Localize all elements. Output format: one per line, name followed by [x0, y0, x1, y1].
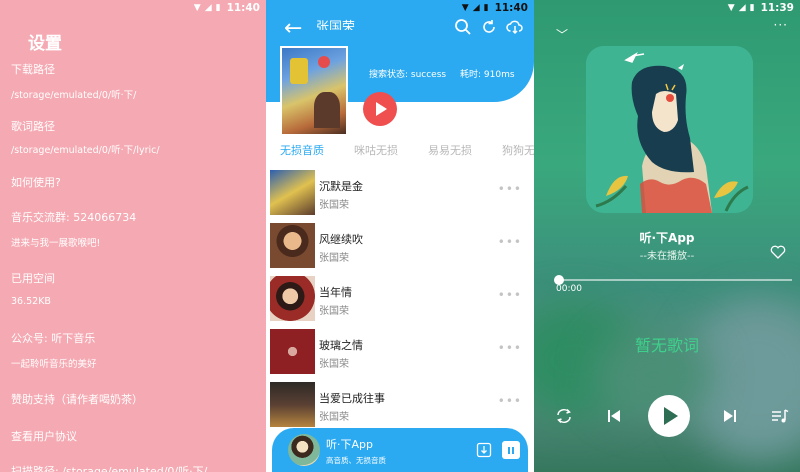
elapsed-time: 00:00 [556, 284, 582, 294]
signal-icon: ◢ [738, 3, 746, 13]
song-art [270, 329, 315, 374]
song-artist: 张国荣 [319, 306, 349, 317]
track-subtitle: --未在播放-- [639, 251, 695, 262]
heart-icon[interactable] [770, 244, 786, 259]
scan-path-item[interactable]: 扫描路径: /storage/emulated/0/听·下/ [11, 463, 207, 472]
tab-yiyi[interactable]: 易易无损 [428, 142, 472, 158]
tab-gougou[interactable]: 狗狗无 [502, 142, 534, 158]
download-path-label[interactable]: 下载路径 [11, 61, 55, 77]
more-options-button[interactable]: ••• [498, 288, 522, 302]
song-art [270, 276, 315, 321]
song-name: 当爱已成往事 [319, 392, 385, 405]
song-name: 玻璃之情 [319, 339, 363, 352]
song-name: 风继续吹 [319, 233, 363, 246]
signal-icon: ◢ [204, 3, 212, 13]
used-space-value: 36.52KB [11, 296, 51, 307]
tab-migu[interactable]: 咪咕无损 [354, 142, 398, 158]
mini-player-subtitle: 高音质、无损音质 [326, 456, 386, 465]
agreement-item[interactable]: 查看用户协议 [11, 428, 77, 444]
battery-icon: ▮ [215, 3, 221, 13]
mini-player[interactable]: 听·下App 高音质、无损音质 [272, 428, 528, 472]
more-options-button[interactable]: ••• [498, 235, 522, 249]
status-bar: ▼ ◢ ▮ 11:39 [534, 0, 800, 16]
sponsor-item[interactable]: 赞助支持（请作者喝奶茶） [11, 391, 143, 407]
previous-icon[interactable] [604, 406, 624, 426]
tab-lossless[interactable]: 无损音质 [280, 142, 324, 158]
wechat-sub: 一起聆听音乐的美好 [11, 359, 97, 370]
song-art [270, 382, 315, 427]
used-space-label[interactable]: 已用空间 [11, 270, 55, 286]
collapse-button[interactable]: ﹀ [556, 26, 568, 43]
playlist-icon[interactable] [770, 406, 790, 426]
battery-icon: ▮ [483, 3, 489, 13]
album-cover [280, 46, 348, 136]
group-sub: 进来与我一展歌喉吧! [11, 238, 101, 249]
page-title: 设置 [28, 34, 62, 54]
song-art [270, 170, 315, 215]
player-screen: ▼ ◢ ▮ 11:39 ﹀ ··· 听·下App --未在播放-- 00:00 … [534, 0, 800, 472]
clock: 11:40 [494, 2, 528, 14]
pause-button[interactable] [502, 441, 520, 459]
wechat-item[interactable]: 公众号: 听下音乐 [11, 330, 95, 346]
mini-player-art [288, 434, 320, 466]
song-name: 沉默是金 [319, 180, 363, 193]
song-artist: 张国荣 [319, 412, 349, 423]
more-options-button[interactable]: ••• [498, 341, 522, 355]
song-row[interactable]: 沉默是金 张国荣 ••• [270, 170, 534, 218]
search-time: 耗时: 910ms [460, 70, 515, 80]
play-button[interactable] [648, 395, 690, 437]
battery-icon: ▮ [749, 3, 755, 13]
settings-screen: ▼ ◢ ▮ 11:40 设置 下载路径 /storage/emulated/0/… [0, 0, 266, 472]
lyric-path-value: /storage/emulated/0/听·下/lyric/ [11, 145, 160, 156]
song-row[interactable]: 玻璃之情 张国荣 ••• [270, 329, 534, 377]
search-title: 张国荣 [316, 20, 356, 30]
song-row[interactable]: 当年情 张国荣 ••• [270, 276, 534, 324]
progress-track[interactable] [560, 279, 792, 281]
cloud-download-icon[interactable] [506, 18, 524, 36]
search-status: 搜索状态: success [369, 70, 447, 80]
song-artist: 张国荣 [319, 200, 349, 211]
song-art [270, 223, 315, 268]
song-artist: 张国荣 [319, 359, 349, 370]
track-title: 听·下App [639, 231, 695, 245]
download-icon[interactable] [476, 442, 492, 458]
album-art [586, 46, 753, 213]
clock: 11:39 [760, 2, 794, 14]
wifi-icon: ▼ [461, 3, 469, 13]
search-icon[interactable] [454, 18, 472, 36]
more-menu-button[interactable]: ··· [774, 18, 788, 32]
song-row[interactable]: 风继续吹 张国荣 ••• [270, 223, 534, 271]
source-tabs: 无损音质 咪咕无损 易易无损 狗狗无 [266, 142, 534, 162]
group-item[interactable]: 音乐交流群: 524066734 [11, 209, 136, 225]
clock: 11:40 [226, 2, 260, 14]
more-options-button[interactable]: ••• [498, 182, 522, 196]
screenshot-collage: ▼ ◢ ▮ 11:40 设置 下载路径 /storage/emulated/0/… [0, 0, 800, 472]
status-bar: ▼ ◢ ▮ 11:40 [0, 0, 266, 16]
song-row[interactable]: 当爱已成往事 张国荣 ••• [270, 382, 534, 430]
back-button[interactable]: ← [284, 18, 302, 40]
refresh-icon[interactable] [480, 18, 498, 36]
status-bar: ▼ ◢ ▮ 11:40 [266, 0, 534, 16]
play-all-button[interactable] [363, 92, 397, 126]
download-path-value: /storage/emulated/0/听·下/ [11, 90, 137, 101]
next-icon[interactable] [720, 406, 740, 426]
mini-player-title: 听·下App [326, 438, 373, 451]
more-options-button[interactable]: ••• [498, 394, 522, 408]
no-lyrics-text: 暂无歌词 [634, 336, 699, 355]
repeat-icon[interactable] [554, 406, 574, 426]
lyric-path-label[interactable]: 歌词路径 [11, 118, 55, 134]
how-to-use-item[interactable]: 如何使用? [11, 174, 61, 190]
song-name: 当年情 [319, 286, 352, 299]
signal-icon: ◢ [472, 3, 480, 13]
search-results-screen: ▼ ◢ ▮ 11:40 ← 张国荣 搜索状态: success 耗时: 910m… [266, 0, 534, 472]
wifi-icon: ▼ [193, 3, 201, 13]
song-artist: 张国荣 [319, 253, 349, 264]
header-actions [454, 18, 524, 36]
wifi-icon: ▼ [727, 3, 735, 13]
